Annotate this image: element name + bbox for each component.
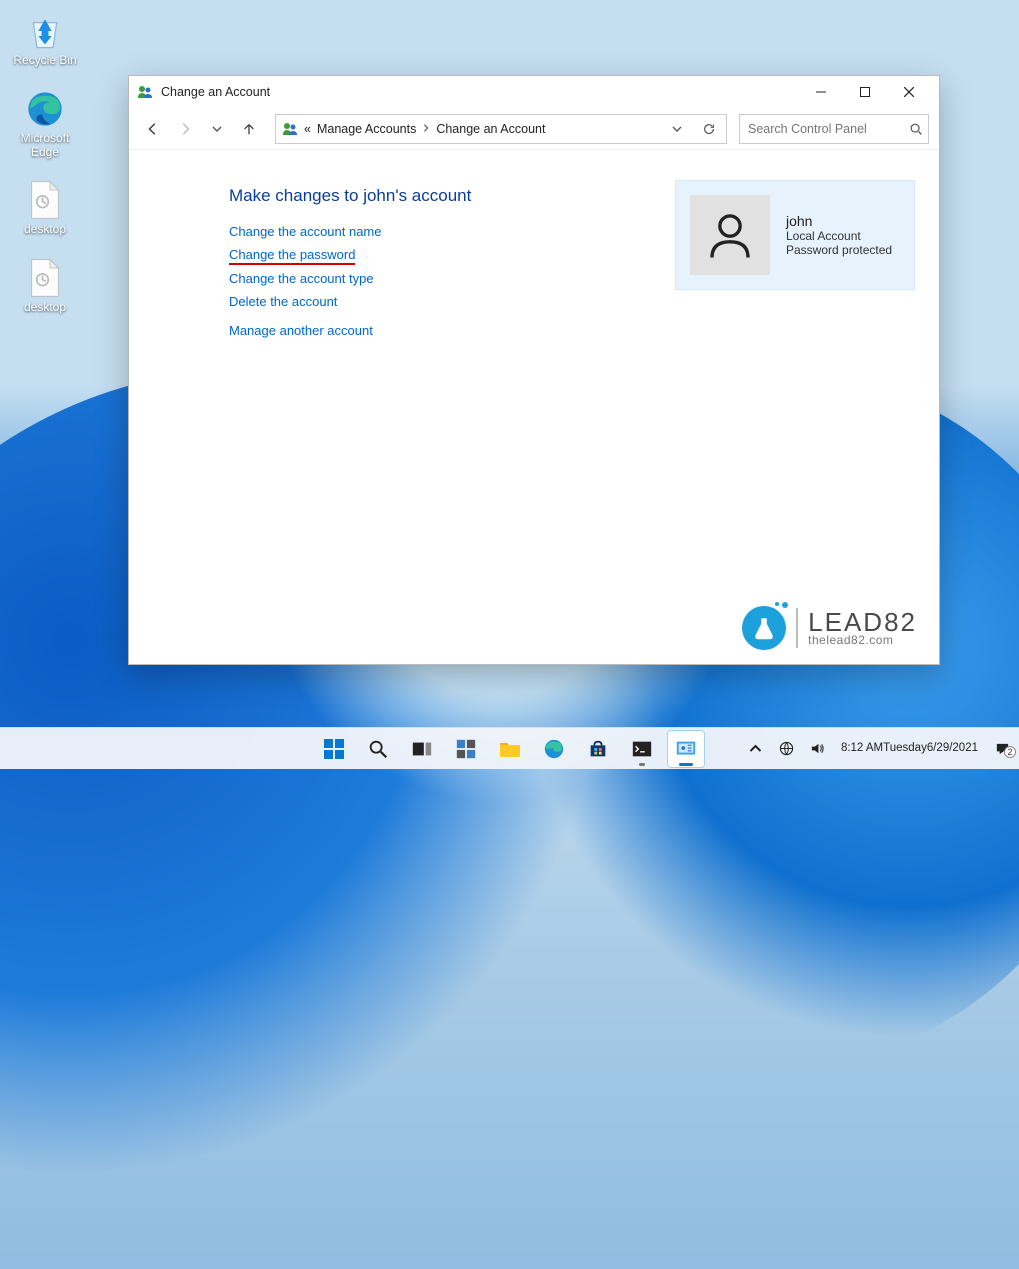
user-accounts-icon [282, 121, 298, 137]
search-box[interactable] [739, 114, 929, 144]
breadcrumb-segment[interactable]: Change an Account [436, 122, 545, 136]
address-dropdown-button[interactable] [666, 118, 688, 140]
watermark-title: LEAD82 [808, 609, 917, 635]
flask-icon [742, 606, 786, 650]
edge-button[interactable] [535, 730, 573, 768]
desktop-icon-edge[interactable]: Microsoft Edge [10, 88, 80, 160]
search-input[interactable] [748, 122, 909, 136]
desktop-icon-recycle-bin[interactable]: Recycle Bin [10, 10, 80, 68]
content-area: Make changes to john's account Change th… [129, 150, 939, 664]
taskbar-center [315, 728, 705, 769]
clock[interactable]: 8:12 AM Tuesday 6/29/2021 [838, 742, 982, 755]
chevron-right-icon [422, 123, 430, 135]
maximize-button[interactable] [843, 77, 887, 107]
forward-button[interactable] [171, 115, 199, 143]
desktop-icon-file-2[interactable]: desktop [10, 257, 80, 315]
clock-time: 8:12 AM [841, 742, 883, 755]
start-button[interactable] [315, 730, 353, 768]
desktop-icon-label: Microsoft Edge [10, 132, 80, 160]
notification-badge: 2 [1004, 746, 1016, 758]
options-column: Make changes to john's account Change th… [229, 186, 569, 652]
file-icon [24, 257, 66, 299]
desktop-icon-label: desktop [24, 301, 66, 315]
back-button[interactable] [139, 115, 167, 143]
terminal-button[interactable] [623, 730, 661, 768]
notifications-button[interactable]: 2 [992, 741, 1013, 756]
up-button[interactable] [235, 115, 263, 143]
widgets-button[interactable] [447, 730, 485, 768]
avatar [690, 195, 770, 275]
edge-icon [24, 88, 66, 130]
volume-icon[interactable] [807, 741, 828, 756]
minimize-button[interactable] [799, 77, 843, 107]
page-heading: Make changes to john's account [229, 186, 569, 206]
user-name: john [786, 213, 892, 229]
user-accounts-icon [137, 84, 153, 100]
taskbar[interactable]: 8:12 AM Tuesday 6/29/2021 2 [0, 727, 1019, 769]
file-icon [24, 179, 66, 221]
user-info: john Local Account Password protected [786, 213, 892, 257]
address-bar[interactable]: « Manage Accounts Change an Account [275, 114, 727, 144]
file-explorer-button[interactable] [491, 730, 529, 768]
window-title: Change an Account [161, 85, 270, 99]
desktop-icons: Recycle Bin Microsoft Edge desktop [10, 10, 80, 315]
breadcrumb-prefix: « [304, 122, 311, 136]
search-button[interactable] [359, 730, 397, 768]
clock-day: Tuesday [883, 742, 927, 755]
titlebar[interactable]: Change an Account [129, 76, 939, 108]
store-button[interactable] [579, 730, 617, 768]
search-icon[interactable] [909, 122, 923, 136]
user-account-type: Local Account [786, 229, 892, 243]
link-change-password[interactable]: Change the password [229, 247, 355, 265]
link-manage-another-account[interactable]: Manage another account [229, 323, 569, 338]
control-panel-window: Change an Account [128, 75, 940, 665]
recycle-bin-icon [24, 10, 66, 52]
user-card[interactable]: john Local Account Password protected [675, 180, 915, 290]
refresh-button[interactable] [698, 118, 720, 140]
clock-date: 6/29/2021 [927, 742, 978, 755]
user-password-status: Password protected [786, 243, 892, 257]
link-delete-account[interactable]: Delete the account [229, 294, 569, 309]
desktop-icon-label: Recycle Bin [13, 54, 76, 68]
breadcrumb-segment[interactable]: Manage Accounts [317, 122, 416, 136]
watermark: LEAD82 thelead82.com [742, 606, 917, 650]
link-change-account-name[interactable]: Change the account name [229, 224, 569, 239]
close-button[interactable] [887, 77, 931, 107]
desktop-icon-file-1[interactable]: desktop [10, 179, 80, 237]
network-icon[interactable] [776, 741, 797, 756]
recent-locations-button[interactable] [203, 115, 231, 143]
system-tray: 8:12 AM Tuesday 6/29/2021 2 [745, 728, 1013, 769]
tray-overflow-button[interactable] [745, 741, 766, 756]
window-controls [799, 77, 931, 107]
link-change-account-type[interactable]: Change the account type [229, 271, 569, 286]
task-view-button[interactable] [403, 730, 441, 768]
desktop-icon-label: desktop [24, 223, 66, 237]
navigation-row: « Manage Accounts Change an Account [129, 108, 939, 150]
control-panel-taskbar-button[interactable] [667, 730, 705, 768]
